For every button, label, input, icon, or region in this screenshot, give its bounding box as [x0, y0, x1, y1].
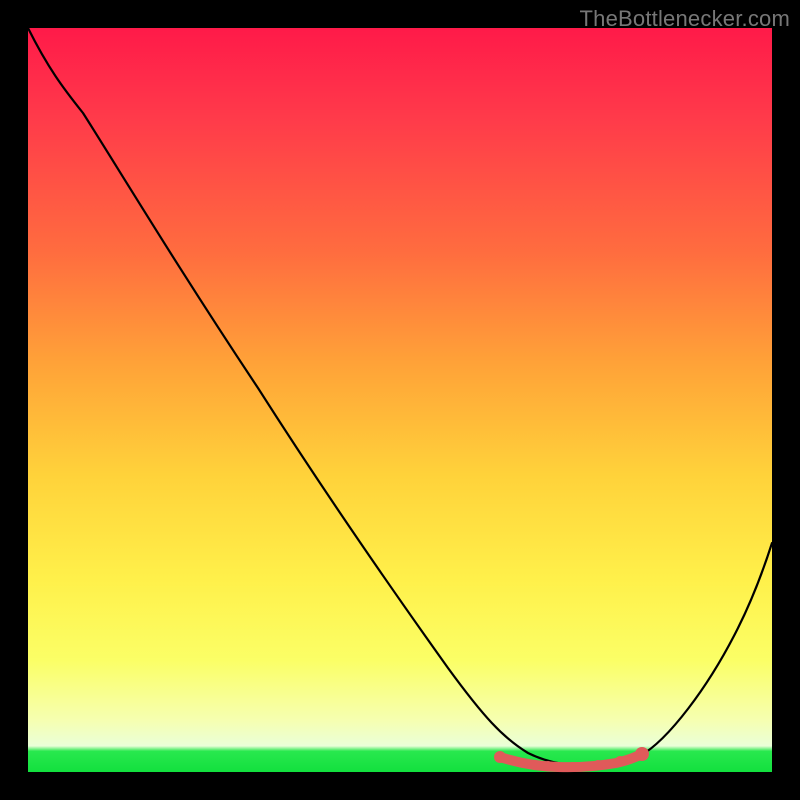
- marker-dot: [568, 762, 578, 772]
- chart-frame: TheBottlenecker.com: [0, 0, 800, 800]
- marker-dot: [593, 760, 603, 770]
- marker-dot: [518, 758, 528, 768]
- marker-dot: [543, 761, 553, 771]
- marker-dot: [615, 756, 625, 766]
- marker-dot: [635, 747, 649, 761]
- bottleneck-curve: [28, 28, 772, 772]
- marker-dot: [494, 751, 506, 763]
- plot-area: [28, 28, 772, 772]
- curve-path: [28, 28, 772, 766]
